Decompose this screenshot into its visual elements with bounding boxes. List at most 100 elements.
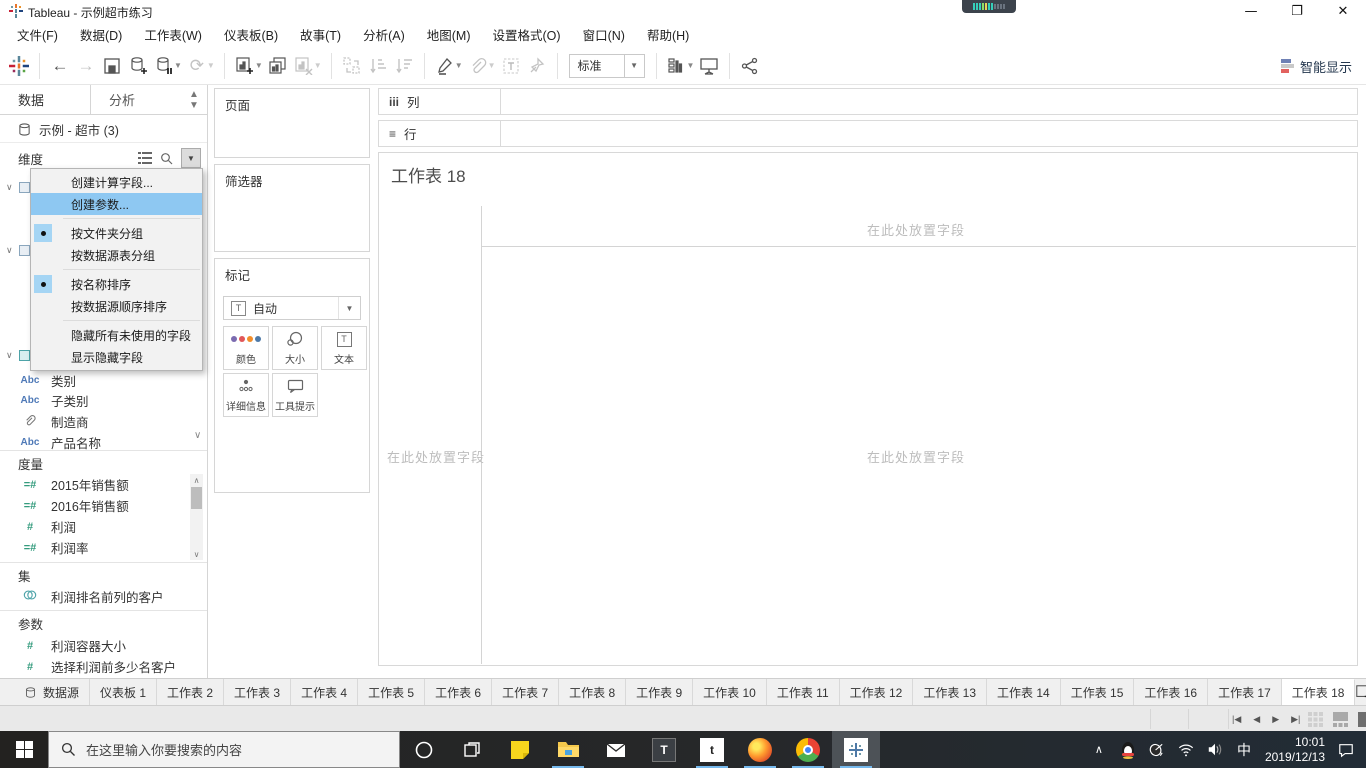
pane-options-icon[interactable]: ▲ ▼ xyxy=(181,85,207,114)
tab-worksheet-16[interactable]: 工作表 16 xyxy=(1134,679,1209,705)
recorder-overlay-widget[interactable] xyxy=(962,0,1016,13)
parameter-field[interactable]: # 选择利润前多少名客户 xyxy=(0,656,207,677)
presentation-mode-icon[interactable] xyxy=(696,52,722,80)
start-button[interactable] xyxy=(0,731,48,768)
tab-worksheet-13[interactable]: 工作表 13 xyxy=(913,679,988,705)
action-center-icon[interactable] xyxy=(1338,742,1354,758)
taskbar-mail-icon[interactable] xyxy=(592,731,640,768)
columns-shelf[interactable]: iii 列 xyxy=(378,88,1358,115)
taskbar-tableau-icon[interactable] xyxy=(832,731,880,768)
sort-descending-icon[interactable] xyxy=(391,52,417,80)
menu-item-hide-unused-fields[interactable]: 隐藏所有未使用的字段 xyxy=(31,324,202,346)
menu-worksheet[interactable]: 工作表(W) xyxy=(133,21,213,48)
undo-icon[interactable]: ← xyxy=(47,52,73,80)
tab-data[interactable]: 数据 xyxy=(0,85,90,114)
refresh-dropdown-icon[interactable]: ▼ xyxy=(207,61,215,70)
new-worksheet-tab-button[interactable] xyxy=(1355,679,1366,705)
view-as-list-icon[interactable] xyxy=(138,152,152,164)
measure-field[interactable]: =# 2015年销售额 xyxy=(0,474,207,495)
measure-field[interactable]: =# 利润率 xyxy=(0,537,207,558)
clear-sheet-dropdown-icon[interactable]: ▼ xyxy=(314,61,322,70)
tab-datasource[interactable]: 数据源 xyxy=(0,679,91,705)
duplicate-sheet-icon[interactable] xyxy=(265,52,291,80)
worksheet-canvas[interactable]: 工作表 18 在此处放置字段 在此处放置字段 在此处放置字段 xyxy=(378,152,1358,666)
dimensions-scroll-down-icon[interactable]: ∨ xyxy=(194,430,201,441)
color-button[interactable]: 颜色 xyxy=(223,326,269,370)
taskbar-chrome-icon[interactable] xyxy=(784,731,832,768)
taskbar-tumblr-icon[interactable]: t xyxy=(688,731,736,768)
filmstrip-view-icon[interactable] xyxy=(1333,711,1348,727)
sort-ascending-icon[interactable] xyxy=(365,52,391,80)
mark-type-dropdown-icon[interactable]: ▼ xyxy=(338,297,360,319)
minimize-button[interactable]: — xyxy=(1228,0,1274,22)
scroll-thumb[interactable] xyxy=(191,487,202,509)
drop-field-hint-top[interactable]: 在此处放置字段 xyxy=(867,220,965,239)
sheet-view-icon[interactable] xyxy=(1358,711,1366,727)
taskbar-cortana-icon[interactable] xyxy=(400,731,448,768)
menu-item-create-parameter[interactable]: 创建参数... xyxy=(31,193,202,215)
dimension-field[interactable]: Abc 类别 xyxy=(0,370,207,391)
taskbar-clock[interactable]: 10:01 2019/12/13 xyxy=(1265,735,1325,765)
tab-worksheet-12[interactable]: 工作表 12 xyxy=(840,679,914,705)
tab-worksheet-17[interactable]: 工作表 17 xyxy=(1208,679,1282,705)
tab-worksheet-11[interactable]: 工作表 11 xyxy=(767,679,840,705)
save-icon[interactable] xyxy=(99,52,125,80)
filters-shelf[interactable]: 筛选器 xyxy=(214,164,370,252)
tab-worksheet-8[interactable]: 工作表 8 xyxy=(559,679,627,705)
tab-dashboard-1[interactable]: 仪表板 1 xyxy=(90,679,158,705)
measure-field[interactable]: =# 2016年销售额 xyxy=(0,495,207,516)
volume-tray-icon[interactable] xyxy=(1207,742,1223,757)
menu-format[interactable]: 设置格式(O) xyxy=(482,21,572,48)
fit-dropdown-icon[interactable]: ▼ xyxy=(623,54,644,77)
scroll-down-icon[interactable]: ∨ xyxy=(190,548,203,560)
tooltip-button[interactable]: 工具提示 xyxy=(272,373,318,417)
pause-updates-dropdown-icon[interactable]: ▼ xyxy=(174,61,182,70)
menu-data[interactable]: 数据(D) xyxy=(69,21,133,48)
set-field[interactable]: 利润排名前列的客户 xyxy=(0,586,207,607)
last-sheet-icon[interactable]: ▶| xyxy=(1291,714,1300,725)
measure-field[interactable]: # 利润 xyxy=(0,516,207,537)
tab-worksheet-7[interactable]: 工作表 7 xyxy=(492,679,560,705)
tab-worksheet-14[interactable]: 工作表 14 xyxy=(987,679,1061,705)
tableau-home-icon[interactable] xyxy=(6,52,32,80)
menu-map[interactable]: 地图(M) xyxy=(416,21,482,48)
tab-worksheet-2[interactable]: 工作表 2 xyxy=(157,679,225,705)
menu-item-group-by-table[interactable]: 按数据源表分组 xyxy=(31,244,202,266)
dimension-field[interactable]: 制造商 xyxy=(0,411,207,432)
parameter-field[interactable]: # 利润容器大小 xyxy=(0,635,207,656)
format-dropdown-icon[interactable]: ▼ xyxy=(488,61,496,70)
dimension-group-collapse[interactable]: ∨ xyxy=(0,240,30,260)
highlight-dropdown-icon[interactable]: ▼ xyxy=(455,61,463,70)
dimension-group-collapse[interactable]: ∨ xyxy=(0,345,30,365)
text-label-icon[interactable] xyxy=(498,52,524,80)
taskbar-sticky-notes-icon[interactable] xyxy=(496,731,544,768)
tab-analytics[interactable]: 分析 xyxy=(90,85,181,114)
text-button[interactable]: T 文本 xyxy=(321,326,367,370)
menu-window[interactable]: 窗口(N) xyxy=(572,21,636,48)
wifi-tray-icon[interactable] xyxy=(1178,743,1194,757)
swap-axes-icon[interactable] xyxy=(339,52,365,80)
menu-analysis[interactable]: 分析(A) xyxy=(352,21,416,48)
drop-field-hint-center[interactable]: 在此处放置字段 xyxy=(867,447,965,466)
show-me-button[interactable]: 智能显示 xyxy=(1280,47,1352,85)
taskbar-task-view-icon[interactable] xyxy=(448,731,496,768)
menu-item-create-calculated-field[interactable]: 创建计算字段... xyxy=(31,171,202,193)
previous-sheet-icon[interactable]: ◀ xyxy=(1253,714,1260,725)
input-method-indicator[interactable]: 中 xyxy=(1236,740,1252,760)
hidden-icons-chevron-icon[interactable]: ∧ xyxy=(1091,743,1107,756)
taskbar-firefox-icon[interactable] xyxy=(736,731,784,768)
menu-dashboard[interactable]: 仪表板(B) xyxy=(213,21,289,48)
tab-worksheet-4[interactable]: 工作表 4 xyxy=(291,679,359,705)
datasource-item[interactable]: 示例 - 超市 (3) xyxy=(0,116,207,143)
restore-button[interactable]: ❐ xyxy=(1274,0,1320,22)
redo-icon[interactable]: → xyxy=(73,52,99,80)
tab-worksheet-6[interactable]: 工作表 6 xyxy=(425,679,493,705)
menu-item-group-by-folder[interactable]: 按文件夹分组 xyxy=(31,222,202,244)
first-sheet-icon[interactable]: |◀ xyxy=(1232,714,1241,725)
tab-worksheet-3[interactable]: 工作表 3 xyxy=(224,679,292,705)
drop-field-hint-left[interactable]: 在此处放置字段 xyxy=(387,447,485,466)
measures-scrollbar[interactable]: ∧ ∨ xyxy=(190,474,203,560)
qq-tray-icon[interactable] xyxy=(1120,741,1136,759)
close-button[interactable]: ✕ xyxy=(1320,0,1366,22)
tab-worksheet-9[interactable]: 工作表 9 xyxy=(626,679,694,705)
